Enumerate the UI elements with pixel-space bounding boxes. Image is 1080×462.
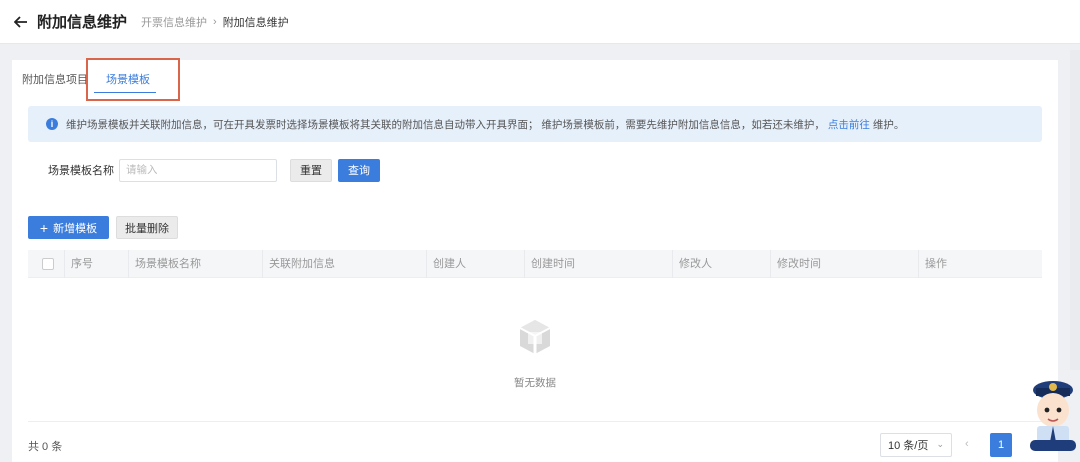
page-size-select[interactable]: 10 条/页 ⌄: [880, 433, 952, 457]
column-header-template-name: 场景模板名称: [128, 250, 262, 278]
column-header-modifier: 修改人: [672, 250, 770, 278]
chevron-down-icon: ⌄: [936, 439, 944, 449]
empty-state: 暂无数据: [28, 278, 1042, 422]
batch-delete-button[interactable]: 批量删除: [116, 216, 178, 239]
query-button[interactable]: 查询: [338, 158, 380, 182]
column-header-created-time: 创建时间: [524, 250, 672, 278]
breadcrumb-item-current: 附加信息维护: [222, 16, 289, 29]
chevron-right-icon: ›: [213, 15, 217, 28]
info-notice: i 维护场景模板并关联附加信息，可在开具发票时选择场景模板将其关联的附加信息自动…: [28, 106, 1042, 142]
back-arrow-icon[interactable]: [14, 15, 28, 29]
top-bar: 附加信息维护 开票信息维护 › 附加信息维护: [0, 0, 1080, 44]
filter-bar: 场景模板名称 重置 查询: [48, 158, 380, 182]
empty-box-icon: [517, 318, 553, 359]
action-bar: + 新增模板 批量删除: [28, 216, 178, 239]
go-maintain-link[interactable]: 点击前往: [828, 117, 870, 132]
page-size-value: 10 条/页: [888, 440, 929, 452]
template-name-label: 场景模板名称: [48, 165, 114, 177]
main-card: 附加信息项目 场景模板 i 维护场景模板并关联附加信息，可在开具发票时选择场景模…: [12, 58, 1058, 462]
reset-button[interactable]: 重置: [290, 158, 332, 182]
notice-text: 维护场景模板并关联附加信息，可在开具发票时选择场景模板将其关联的附加信息自动带入…: [66, 118, 825, 131]
column-header-index: 序号: [64, 250, 128, 278]
info-icon: i: [46, 118, 58, 130]
column-header-creator: 创建人: [426, 250, 524, 278]
breadcrumb: 开票信息维护 › 附加信息维护: [141, 14, 289, 30]
templates-table: 序号 场景模板名称 关联附加信息 创建人 创建时间 修改人 修改时间 操作: [28, 250, 1042, 278]
column-header-linked-info: 关联附加信息: [262, 250, 426, 278]
empty-text: 暂无数据: [514, 377, 556, 389]
total-count: 共 0 条: [28, 441, 63, 453]
tabs: 附加信息项目 场景模板: [12, 58, 1058, 101]
notice-suffix: 维护。: [872, 118, 905, 131]
chevron-left-icon[interactable]: ‹: [965, 438, 969, 450]
tab-additional-info-items[interactable]: 附加信息项目: [22, 71, 88, 87]
page-button-current[interactable]: 1: [990, 433, 1012, 457]
mascot-icon[interactable]: [1028, 370, 1078, 454]
add-template-label: 新增模板: [53, 222, 98, 235]
table-header: 序号 场景模板名称 关联附加信息 创建人 创建时间 修改人 修改时间 操作: [28, 250, 1042, 278]
breadcrumb-item-parent[interactable]: 开票信息维护: [141, 14, 207, 30]
column-header-actions: 操作: [918, 250, 1042, 278]
select-all-checkbox[interactable]: [42, 258, 54, 270]
plus-icon: +: [39, 219, 49, 236]
page-title: 附加信息维护: [37, 14, 128, 31]
template-name-input[interactable]: [119, 158, 277, 182]
highlight-box: [86, 58, 180, 101]
scrollbar[interactable]: [1070, 50, 1080, 370]
column-header-modified-time: 修改时间: [770, 250, 918, 278]
add-template-button[interactable]: + 新增模板: [28, 216, 109, 239]
